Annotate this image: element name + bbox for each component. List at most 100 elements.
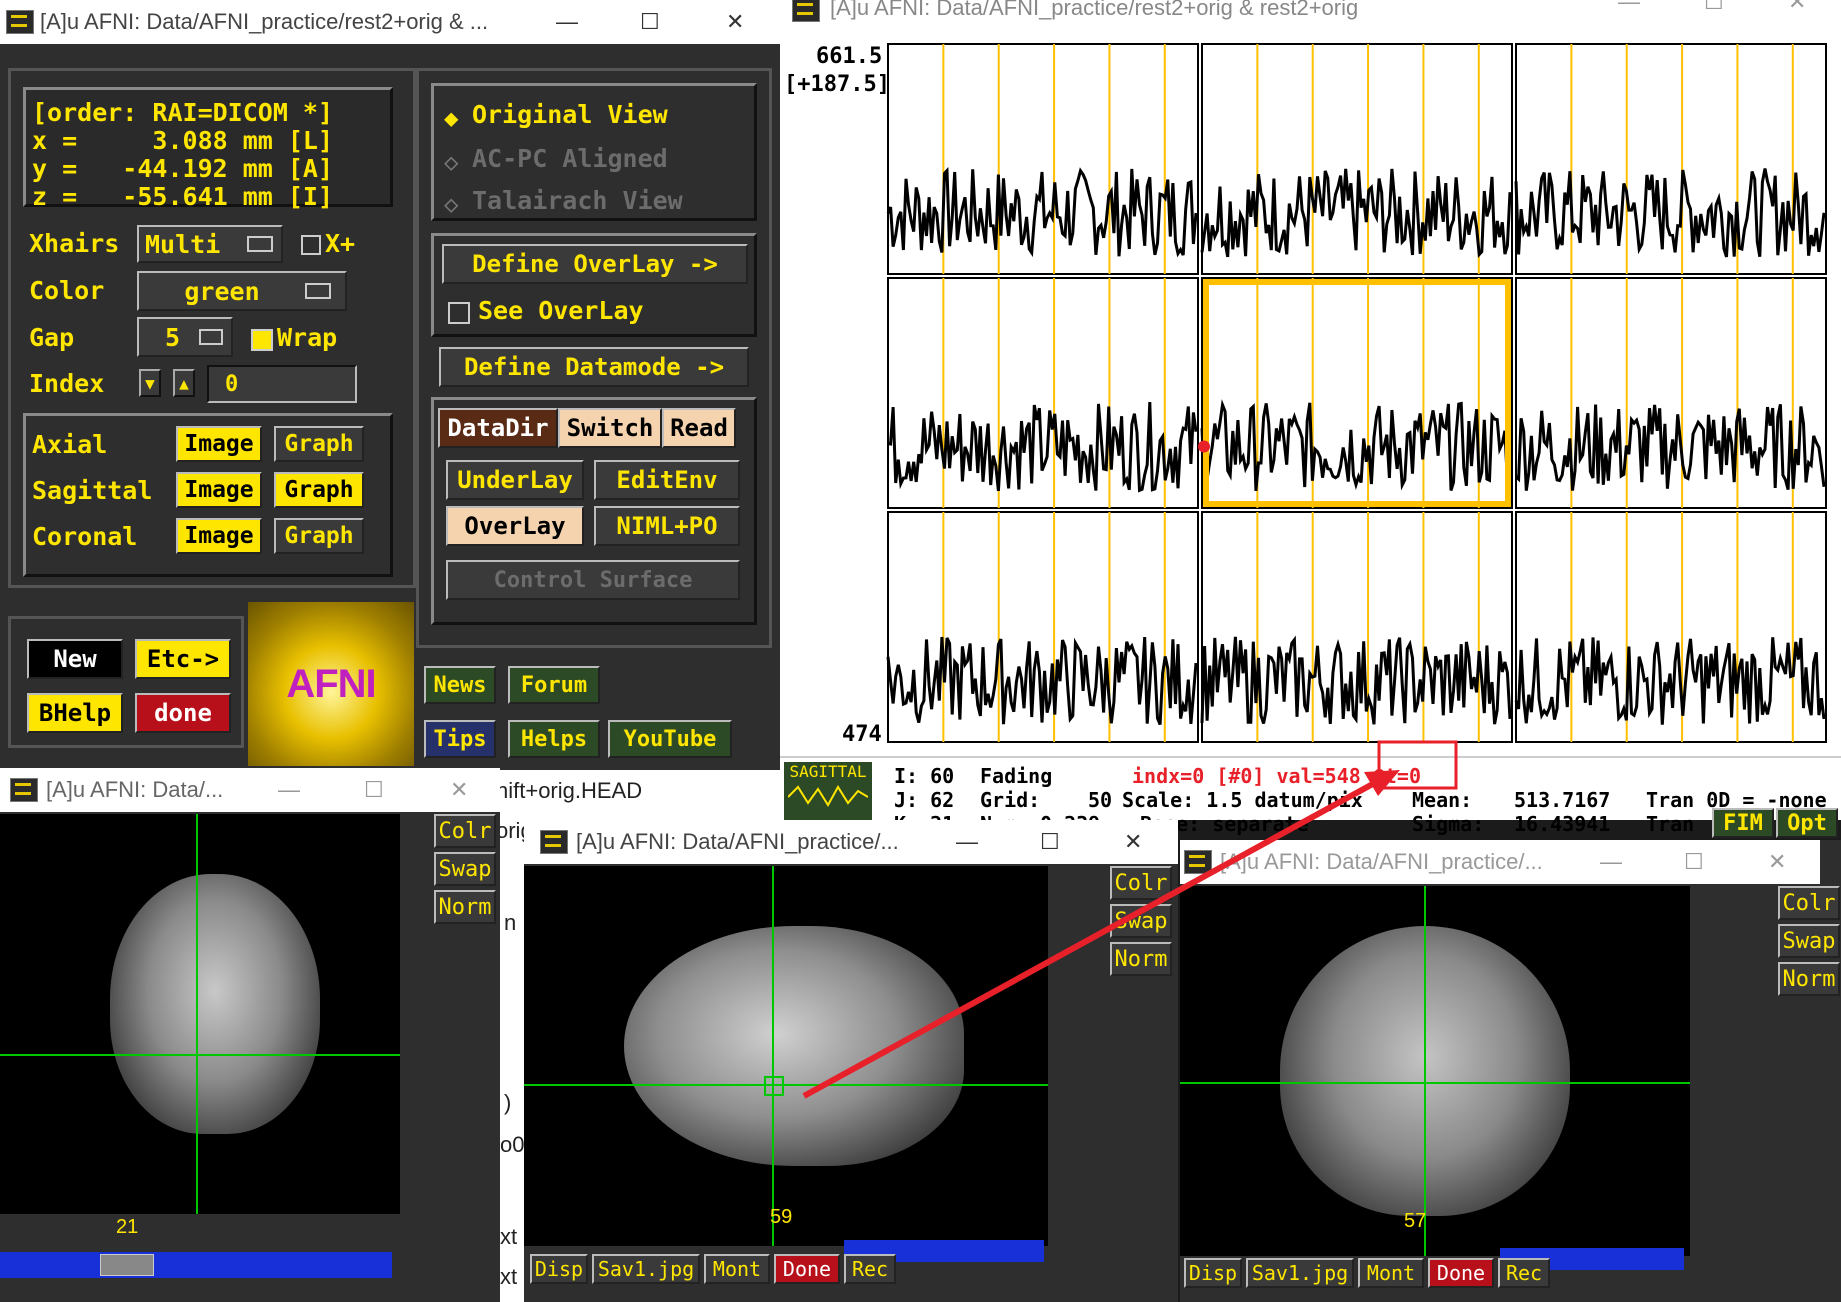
youtube-button[interactable]: YouTube [608, 720, 732, 758]
disp-button[interactable]: Disp [1184, 1258, 1242, 1288]
colr-button[interactable]: Colr [434, 814, 496, 848]
colr-button[interactable]: Colr [1778, 886, 1840, 920]
gap-menu[interactable]: 5 [137, 317, 233, 357]
brain-slice [110, 874, 320, 1134]
swap-button[interactable]: Swap [1778, 924, 1840, 958]
news-button[interactable]: News [424, 666, 496, 704]
original-view-option[interactable]: Original View [472, 100, 668, 129]
forum-button[interactable]: Forum [508, 666, 600, 704]
close-icon[interactable]: ✕ [726, 9, 744, 35]
file-item: xt [500, 1224, 518, 1249]
norm-button[interactable]: Norm [1778, 962, 1840, 996]
done-button[interactable]: Done [1428, 1258, 1494, 1288]
norm-button[interactable]: Norm [1110, 942, 1172, 976]
mont-button[interactable]: Mont [1358, 1258, 1424, 1288]
opt-button[interactable]: Opt [1776, 808, 1838, 838]
norm-button[interactable]: Norm [434, 890, 496, 924]
sagittal-brain-image[interactable] [524, 866, 1048, 1246]
switch-button[interactable]: Switch [558, 408, 662, 448]
coronal-title-bar[interactable]: [A]u AFNI: Data/AFNI_practice/... — ☐ ✕ [1180, 840, 1820, 884]
coronal-brain-image[interactable] [1180, 886, 1690, 1256]
mont-button[interactable]: Mont [704, 1254, 770, 1284]
index-down-arrow[interactable]: ▼ [139, 369, 161, 397]
afni-app-icon [540, 830, 568, 854]
timeseries-graph-grid[interactable] [780, 0, 1841, 760]
done-button[interactable]: Done [774, 1254, 840, 1284]
new-button[interactable]: New [27, 639, 123, 679]
fim-button[interactable]: FIM [1712, 808, 1774, 838]
axial-slider[interactable] [0, 1252, 392, 1278]
xplus-checkbox[interactable] [301, 235, 321, 255]
see-overlay-checkbox[interactable] [448, 302, 470, 324]
sagittal-graph-button[interactable]: Graph [274, 472, 364, 508]
minimize-icon[interactable]: — [556, 9, 578, 35]
main-title-bar[interactable]: [A]u AFNI: Data/AFNI_practice/rest2+orig… [0, 0, 780, 44]
minimize-icon[interactable]: — [278, 777, 300, 803]
sagittal-thumbnail[interactable]: SAGITTAL [784, 762, 872, 820]
disp-button[interactable]: Disp [530, 1254, 588, 1284]
underlay-button[interactable]: UnderLay [446, 460, 584, 500]
read-button[interactable]: Read [662, 408, 736, 448]
file-item[interactable]: nift+orig.HEAD [496, 778, 642, 804]
etc-button[interactable]: Etc-> [135, 639, 231, 679]
afni-logo[interactable]: AFNI [248, 602, 414, 766]
info-tran2[interactable]: Tran [1646, 812, 1694, 836]
color-menu[interactable]: green [137, 271, 347, 311]
brain-slice [624, 926, 964, 1166]
colr-button[interactable]: Colr [1110, 866, 1172, 900]
rec-button[interactable]: Rec [1498, 1258, 1550, 1288]
helps-button[interactable]: Helps [508, 720, 600, 758]
save-button[interactable]: Sav1.jpg [1246, 1258, 1354, 1288]
acpc-view-option[interactable]: AC-PC Aligned [472, 144, 668, 173]
axial-graph-button[interactable]: Graph [274, 426, 364, 462]
color-value: green [184, 276, 260, 306]
close-icon[interactable]: ✕ [1768, 849, 1786, 875]
sagittal-title-bar[interactable]: [A]u AFNI: Data/AFNI_practice/... — ☐ ✕ [524, 820, 1178, 864]
datadir-button[interactable]: DataDir [438, 408, 558, 448]
rec-button[interactable]: Rec [844, 1254, 896, 1284]
wrap-label: Wrap [277, 323, 338, 352]
minimize-icon[interactable]: — [956, 829, 978, 855]
close-icon[interactable]: ✕ [450, 777, 468, 803]
bhelp-button[interactable]: BHelp [27, 693, 123, 733]
info-status: indx=0 [#0] val=548 @t=0 [1132, 764, 1421, 788]
axial-brain-image[interactable] [0, 814, 400, 1214]
graph-cell[interactable] [1515, 511, 1827, 743]
minimize-icon[interactable]: — [1600, 849, 1622, 875]
maximize-icon[interactable]: ☐ [364, 777, 384, 803]
define-overlay-button[interactable]: Define OverLay -> [442, 244, 748, 284]
gap-value: 5 [165, 322, 181, 352]
graph-cell[interactable] [887, 43, 1199, 275]
axial-title-bar[interactable]: [A]u AFNI: Data/... — ☐ ✕ [0, 768, 500, 812]
talairach-view-option[interactable]: Talairach View [472, 186, 683, 215]
maximize-icon[interactable]: ☐ [1684, 849, 1704, 875]
wrap-checkbox[interactable] [251, 329, 273, 351]
radio-original-icon[interactable]: ◆ [444, 104, 458, 132]
coronal-image-button[interactable]: Image [176, 518, 262, 554]
tips-button[interactable]: Tips [424, 720, 496, 758]
maximize-icon[interactable]: ☐ [640, 9, 660, 35]
axial-image-button[interactable]: Image [176, 426, 262, 462]
axial-side-controls: Colr Swap Norm [404, 814, 500, 1214]
save-button[interactable]: Sav1.jpg [592, 1254, 700, 1284]
swap-button[interactable]: Swap [434, 852, 496, 886]
swap-button[interactable]: Swap [1110, 904, 1172, 938]
radio-acpc-icon[interactable]: ◇ [444, 148, 458, 176]
done-button[interactable]: done [135, 693, 231, 733]
maximize-icon[interactable]: ☐ [1040, 829, 1060, 855]
niml-button[interactable]: NIML+PO [594, 506, 740, 546]
coords-display[interactable]: [order: RAI=DICOM *] x = 3.088 mm [L] y … [23, 87, 393, 211]
radio-talairach-icon[interactable]: ◇ [444, 190, 458, 218]
control-surface-button[interactable]: Control Surface [446, 560, 740, 600]
crosshair-focus-box [764, 1076, 784, 1096]
close-icon[interactable]: ✕ [1124, 829, 1142, 855]
coronal-graph-button[interactable]: Graph [274, 518, 364, 554]
overlay-button[interactable]: OverLay [446, 506, 584, 546]
index-field[interactable]: 0 [207, 365, 357, 403]
slider-thumb[interactable] [100, 1254, 154, 1276]
xhairs-menu[interactable]: Multi [137, 225, 283, 263]
sagittal-image-button[interactable]: Image [176, 472, 262, 508]
editenv-button[interactable]: EditEnv [594, 460, 740, 500]
define-datamode-button[interactable]: Define Datamode -> [439, 347, 749, 387]
index-up-arrow[interactable]: ▲ [173, 369, 195, 397]
